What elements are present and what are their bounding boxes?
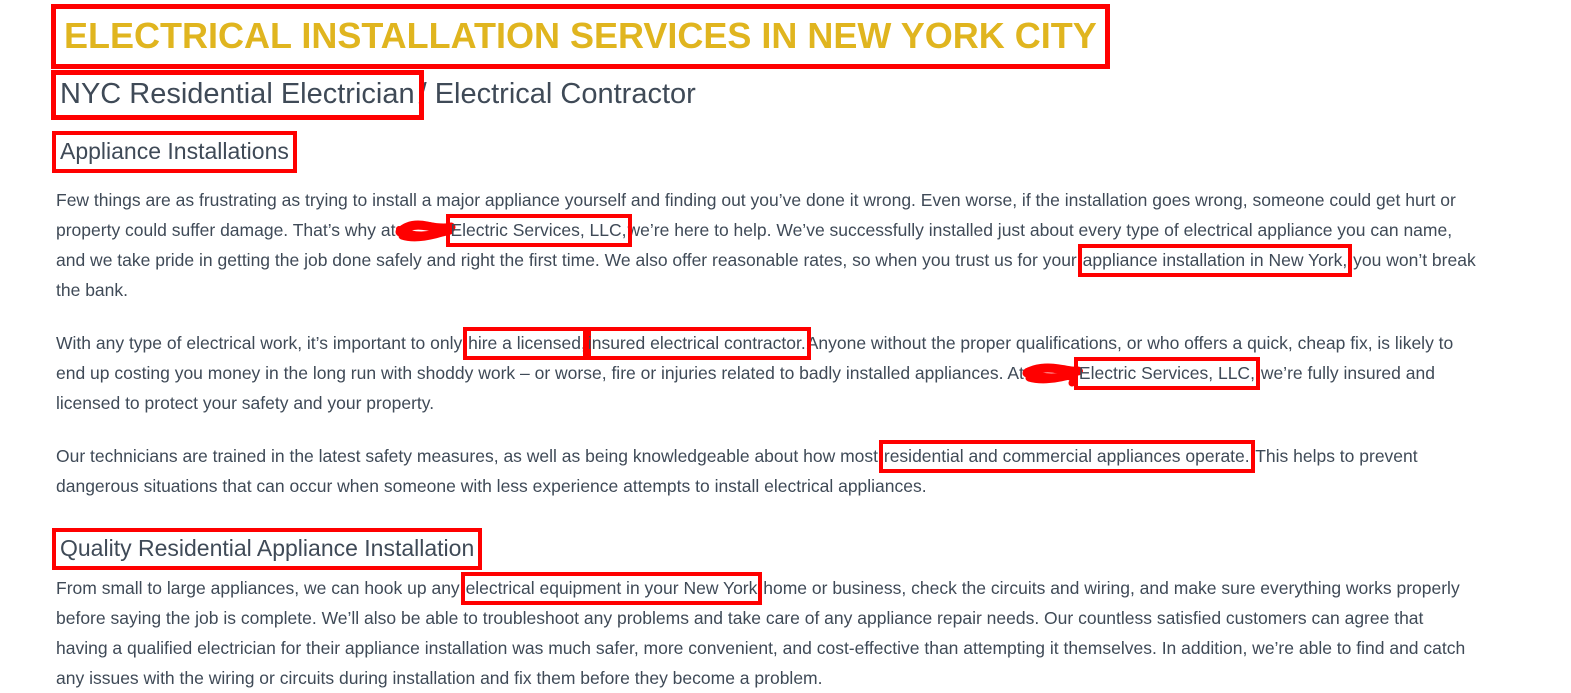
paragraph-4-highlight-electrical-equipment: electrical equipment in your New York [465, 576, 759, 601]
paragraph-1-highlight-company: Electric Services, LLC, [450, 218, 628, 243]
section-heading-appliance-installations: Appliance Installations [56, 109, 1531, 163]
paragraph-4-segment-a: From small to large appliances, we can h… [56, 578, 460, 598]
subtitle-rest-text: / Electrical Contractor [418, 78, 696, 110]
paragraph-3-segment-a: Our technicians are trained in the lates… [56, 446, 878, 466]
document-page: ELECTRICAL INSTALLATION SERVICES IN NEW … [0, 0, 1571, 689]
paragraph-3-highlight-appliances-operate: residential and commercial appliances op… [883, 444, 1251, 469]
page-title-text: ELECTRICAL INSTALLATION SERVICES IN NEW … [56, 9, 1105, 64]
heading-1-text: Appliance Installations [56, 135, 293, 169]
paragraph-2-highlight-insured-contractor: insured electrical contractor. [587, 331, 807, 356]
subtitle-highlighted-text: NYC Residential Electrician [56, 75, 419, 115]
paragraph-2: With any type of electrical work, it’s i… [56, 305, 1476, 418]
section-heading-quality-residential: Quality Residential Appliance Installati… [56, 537, 1531, 560]
redaction-scribble-icon [395, 220, 455, 242]
page-title: ELECTRICAL INSTALLATION SERVICES IN NEW … [56, 0, 1531, 54]
paragraph-1: Few things are as frustrating as trying … [56, 163, 1476, 305]
paragraph-3: Our technicians are trained in the lates… [56, 418, 1476, 501]
paragraph-1-highlight-appliance-installation: appliance installation in New York, [1082, 248, 1349, 273]
paragraph-2-segment-a: With any type of electrical work, it’s i… [56, 333, 463, 353]
paragraph-2-highlight-hire-licensed: hire a licensed, [467, 331, 587, 356]
paragraph-2-highlight-company: Electric Services, LLC, [1078, 361, 1256, 386]
heading-2-text: Quality Residential Appliance Installati… [56, 532, 478, 566]
paragraph-4: From small to large appliances, we can h… [56, 560, 1476, 693]
redaction-scribble-icon [1022, 363, 1083, 387]
